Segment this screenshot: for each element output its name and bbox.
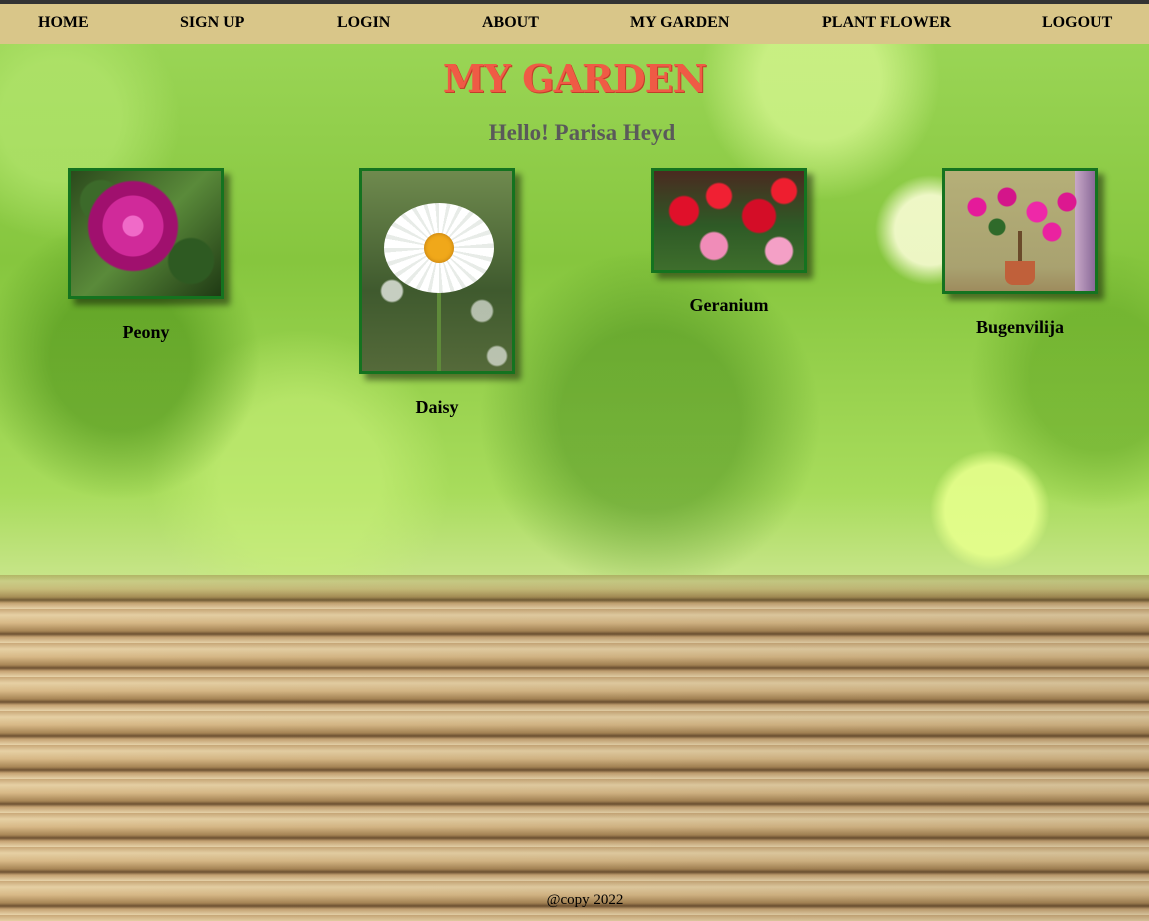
daisy-photo [362,171,512,371]
plant-card-peony[interactable]: Peony [68,168,224,348]
plant-card-daisy[interactable]: Daisy [359,168,515,423]
bugenvilija-flowers [957,187,1087,247]
plant-name-daisy: Daisy [415,397,459,417]
peony-photo [71,171,221,296]
user-greeting: Hello! Parisa Heyd [488,120,676,145]
nav-logout-link[interactable]: LOGOUT [1042,14,1112,32]
plant-image-bugenvilija[interactable] [942,168,1098,294]
plant-image-daisy[interactable] [359,168,515,374]
top-nav-bar: HOME SIGN UP LOGIN ABOUT MY GARDEN PLANT… [0,0,1149,44]
plant-image-peony[interactable] [68,168,224,299]
nav-signup-link[interactable]: SIGN UP [180,14,244,32]
nav-plant-flower-link[interactable]: PLANT FLOWER [822,14,951,32]
page-title: MY GARDEN [442,56,708,101]
footer-copyright: @copy 2022 [546,892,624,908]
daisy-stem [437,291,441,371]
flower-pot [1005,261,1035,285]
nav-about-link[interactable]: ABOUT [482,14,539,32]
plant-name-bugenvilija: Bugenvilija [975,317,1064,337]
daisy-center [424,233,454,263]
plant-card-geranium[interactable]: Geranium [651,168,807,323]
nav-login-link[interactable]: LOGIN [337,14,390,32]
bugenvilija-photo [945,171,1095,291]
nav-home-link[interactable]: HOME [38,14,89,32]
plant-name-peony: Peony [122,322,170,342]
plant-card-bugenvilija[interactable]: Bugenvilija [942,168,1098,343]
plant-name-geranium: Geranium [689,295,769,315]
bugenvilija-trunk [1018,231,1022,265]
wood-floor-background [0,575,1149,921]
geranium-photo [654,171,804,270]
nav-my-garden-link[interactable]: MY GARDEN [630,14,729,32]
plant-image-geranium[interactable] [651,168,807,273]
